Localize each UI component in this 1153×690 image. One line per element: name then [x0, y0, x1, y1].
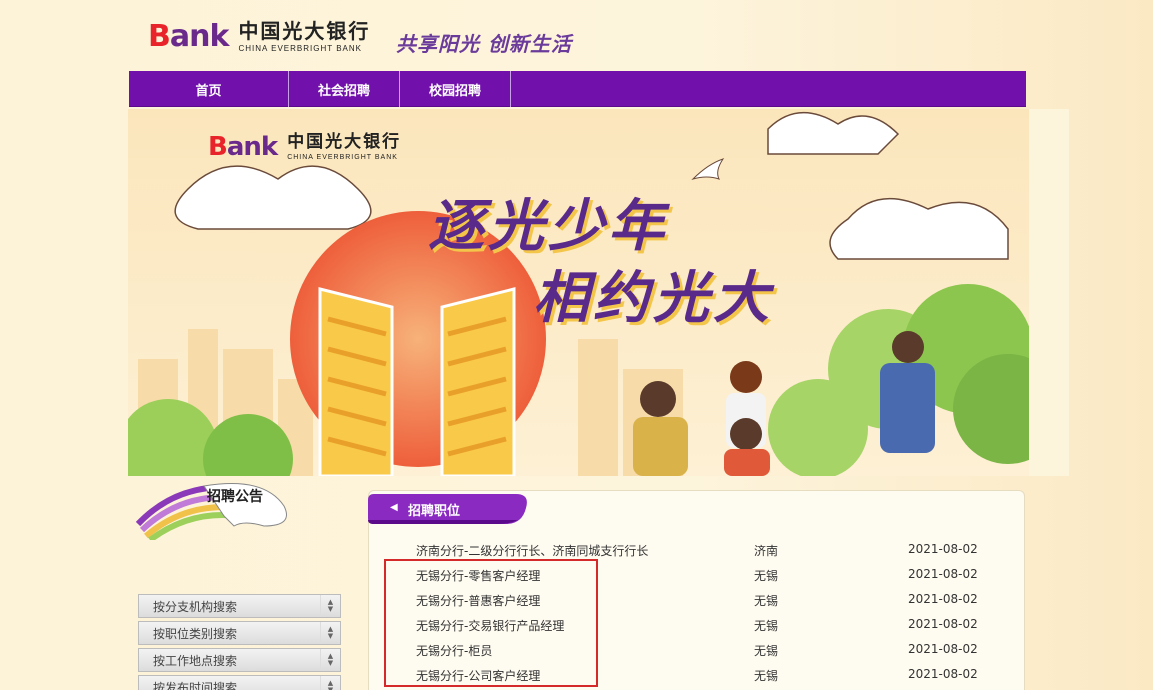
page-header: Bank 中国光大银行 CHINA EVERBRIGHT BANK 共享阳光 创…	[0, 0, 1153, 70]
main-nav: 首页 社会招聘 校园招聘	[129, 71, 1026, 107]
logo-bank-mark: Bank	[148, 18, 230, 54]
banner-logo: Bank 中国光大银行 CHINA EVERBRIGHT BANK	[208, 132, 402, 162]
banner-logo-mark: Bank	[208, 132, 278, 162]
banner-title-line1: 逐光少年	[428, 194, 668, 259]
job-location: 无锡	[754, 569, 779, 583]
nav-home[interactable]: 首页	[129, 71, 289, 107]
job-location: 无锡	[754, 594, 779, 608]
banner-right-strip	[1029, 109, 1069, 476]
select-arrows-icon: ▲ ▼	[320, 649, 340, 671]
logo-letters-ank: ank	[169, 18, 230, 54]
search-by-time-label: 按发布时间搜索	[153, 680, 238, 690]
job-date: 2021-08-02	[908, 667, 978, 681]
banner-logo-letters-ank: ank	[226, 132, 278, 162]
job-location: 无锡	[754, 669, 779, 683]
banner-logo-text: 中国光大银行 CHINA EVERBRIGHT BANK	[287, 132, 402, 162]
search-by-branch-select[interactable]: 按分支机构搜索 ▲ ▼	[138, 594, 341, 618]
select-arrows-icon: ▲ ▼	[320, 595, 340, 617]
banner-logo-chinese-name: 中国光大银行	[287, 132, 402, 152]
tab-arrow-icon: ◀	[390, 502, 398, 513]
select-arrows-icon: ▲ ▼	[320, 622, 340, 644]
job-date: 2021-08-02	[908, 642, 978, 656]
search-by-location-label: 按工作地点搜索	[153, 653, 238, 668]
job-location: 无锡	[754, 644, 779, 658]
highlight-annotation-box	[384, 559, 598, 687]
logo-text: 中国光大银行 CHINA EVERBRIGHT BANK	[238, 20, 370, 53]
job-location: 无锡	[754, 619, 779, 633]
logo-letter-b: B	[148, 18, 171, 54]
search-by-location-select[interactable]: 按工作地点搜索 ▲ ▼	[138, 648, 341, 672]
cloud-shape	[174, 165, 372, 230]
select-arrows-icon: ▲ ▼	[320, 676, 340, 690]
job-location: 济南	[754, 544, 779, 558]
search-filter-list: 按分支机构搜索 ▲ ▼ 按职位类别搜索 ▲ ▼ 按工作地点搜索 ▲ ▼ 按发布时间搜索…	[138, 594, 341, 690]
logo-english-name: CHINA EVERBRIGHT BANK	[238, 44, 362, 53]
job-date: 2021-08-02	[908, 592, 978, 606]
jobs-tab-label[interactable]: 招聘职位	[408, 500, 460, 519]
job-date: 2021-08-02	[908, 617, 978, 631]
search-by-branch-label: 按分支机构搜索	[153, 599, 238, 614]
banner-title-line2: 相约光大	[533, 266, 773, 331]
nav-campus-recruitment[interactable]: 校园招聘	[400, 71, 511, 107]
banner-logo-letter-b: B	[208, 132, 228, 162]
banner-logo-english-name: CHINA EVERBRIGHT BANK	[287, 154, 398, 161]
nav-social-recruitment[interactable]: 社会招聘	[289, 71, 400, 107]
search-by-category-label: 按职位类别搜索	[153, 626, 238, 641]
bank-logo[interactable]: Bank 中国光大银行 CHINA EVERBRIGHT BANK	[148, 20, 370, 53]
job-title[interactable]: 济南分行-二级分行行长、济南同城支行行长	[416, 542, 648, 559]
job-date: 2021-08-02	[908, 567, 978, 581]
search-by-time-select[interactable]: 按发布时间搜索 ▲ ▼	[138, 675, 341, 690]
slogan: 共享阳光 创新生活	[396, 32, 572, 56]
search-by-category-select[interactable]: 按职位类别搜索 ▲ ▼	[138, 621, 341, 645]
recruitment-notice-title: 招聘公告	[207, 489, 263, 505]
hero-banner: Bank 中国光大银行 CHINA EVERBRIGHT BANK 逐光少年 相…	[128, 109, 1029, 476]
job-date: 2021-08-02	[908, 542, 978, 556]
logo-chinese-name: 中国光大银行	[238, 19, 371, 43]
